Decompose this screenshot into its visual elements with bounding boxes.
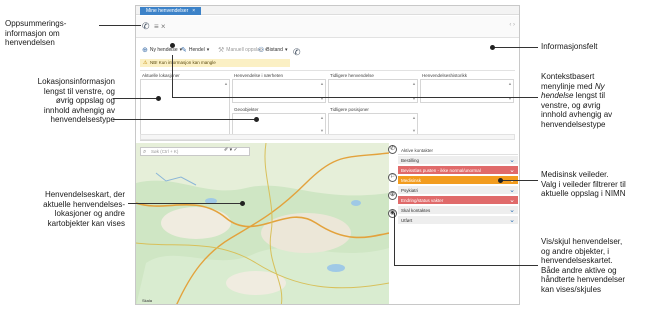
edit-icon: ✎ [181, 47, 187, 54]
new-event-button[interactable]: ⊕ Ny hendelse ▾ [142, 46, 182, 54]
leader-map-dot [240, 201, 245, 206]
call-icon[interactable]: ✆ [293, 47, 301, 58]
guide-row-done[interactable]: Utført ⌄ [398, 216, 518, 225]
previous-positions-box[interactable]: ▲ ▼ [328, 113, 418, 135]
chevron-down-icon: ⌄ [509, 207, 515, 214]
show-hide-objects-icon[interactable]: ◉ [388, 209, 397, 218]
tab-mine-henvendelser[interactable]: Mine henvendelser × [140, 7, 202, 15]
leader-medical [500, 180, 538, 181]
leader-location [113, 98, 158, 99]
leader-toggle-h [394, 265, 538, 266]
zoom-icon[interactable]: ⊕ [388, 191, 397, 200]
plus-circle-icon: ⊕ [142, 47, 148, 54]
callout-context-menu: Kontekstbasert menylinje med Ny hendelse… [541, 72, 613, 129]
navigate-arrows-icon[interactable]: ‹ › [509, 22, 515, 28]
people-icon: ⚇ [258, 47, 265, 54]
leader-map [128, 203, 242, 204]
guide-row-status-change[interactable]: Endring/status vakter ⌄ [398, 196, 518, 205]
nearby-box[interactable]: ▲ ▼ [232, 79, 326, 103]
current-locations-box[interactable]: ▲▼ [140, 79, 230, 141]
chevron-down-icon: ⌄ [509, 187, 515, 194]
incident-map[interactable]: ⌕ Søk (Ctrl + K) ✐ ▾ ✓ Skala [136, 143, 389, 304]
layer-toggle-icon[interactable]: ⚐ [388, 173, 397, 182]
leader-medical-dot [498, 178, 503, 183]
map-tools-icon[interactable]: ✐ ▾ ✓ [224, 147, 238, 153]
map-scale: Skala [142, 298, 153, 303]
guide-row-to-contact[interactable]: Skal kontaktes ⌄ [398, 206, 518, 215]
history-box[interactable]: ▲ ▼ [420, 79, 514, 103]
field-header-geoobjects: Geoobjekter [234, 107, 259, 112]
leader-context-menu-dot [170, 43, 175, 48]
callout-medical-guide: Medisinsk veileder. Valg i veileder filt… [541, 170, 626, 198]
leader-toggle-v [394, 213, 395, 265]
field-header-previous-positions: Tidligere posisjoner [330, 107, 369, 112]
callout-map: Henvendelseskart, der aktuelle henvendel… [43, 190, 125, 228]
leader-info-field [492, 47, 538, 48]
field-header-previous: Tidligere henvendelse [330, 73, 374, 78]
leader-context-menu-h [172, 97, 538, 98]
wrench-icon: ⚒ [218, 47, 225, 54]
menu-icon[interactable]: ≡ × [154, 22, 166, 31]
leader-info-field-dot [490, 45, 495, 50]
guide-header: Aktive kontakter [398, 146, 518, 155]
summary-bar: ✆ ≡ × ‹ › [136, 16, 519, 38]
update-button[interactable]: ✎ Hendel ▾ [181, 46, 209, 54]
call-control-icon[interactable]: ✆ [388, 145, 397, 154]
field-header-nearby: Henvendelse i nærheten [234, 73, 284, 78]
leader-context-menu [172, 55, 173, 97]
callout-info-field: Informasjonsfelt [541, 42, 598, 51]
assist-button[interactable]: ⚇ Bistand ▾ [258, 46, 287, 54]
phone-icon[interactable]: ✆ [142, 21, 150, 32]
search-icon: ⌕ [143, 149, 147, 155]
callout-location: Lokasjonsinformasjon lengst til venstre,… [37, 77, 115, 124]
leader-location-dot-2 [254, 117, 259, 122]
medical-guide-panel: Aktive kontakter Bestilling ⌄ Bevisstløs … [398, 146, 518, 304]
field-header-history: Henvendelseshistorikk [422, 73, 468, 78]
location-fields: Aktuelle lokasjoner Henvendelse i nærhet… [140, 70, 515, 142]
guide-row-order[interactable]: Bestilling ⌄ [398, 156, 518, 165]
guide-row-psychiatry[interactable]: Psykiatri ⌄ [398, 186, 518, 195]
field-header-current-locations: Aktuelle lokasjoner [142, 73, 180, 78]
map-terrain [136, 143, 389, 304]
chevron-down-icon: ⌄ [509, 197, 515, 204]
horizontal-scrollbar[interactable] [140, 134, 515, 140]
chevron-down-icon: ⌄ [509, 167, 515, 174]
tab-strip: Mine henvendelser × [136, 6, 519, 15]
leader-location-2 [113, 119, 256, 120]
leader-location-dot [156, 96, 161, 101]
app-window: Mine henvendelser × ✆ ≡ × ‹ › ⊕ Ny hendel… [135, 5, 520, 305]
leader-summary [99, 25, 141, 26]
callout-toggle-objects: Vis/skjul henvendelser, og andre objekte… [541, 237, 626, 294]
context-toolbar: ⊕ Ny hendelse ▾ ✎ Hendel ▾ ⚒ Manuell oppsl… [136, 44, 519, 58]
callout-summary: Oppsummerings- informasjon om henvendels… [5, 19, 67, 47]
chevron-down-icon: ⌄ [509, 157, 515, 164]
guide-row-unconscious[interactable]: Bevisstløs pusten - ikke normal/unormal ⌄ [398, 166, 518, 175]
geoobjects-box[interactable]: ▲ ▼ [232, 113, 326, 135]
warning-icon: ⚠ [143, 60, 148, 66]
previous-box[interactable]: ▲ ▼ [328, 79, 418, 103]
warning-banner: ⚠ NB! Kun informasjon kan mangle [140, 59, 290, 67]
chevron-down-icon: ⌄ [509, 217, 515, 224]
